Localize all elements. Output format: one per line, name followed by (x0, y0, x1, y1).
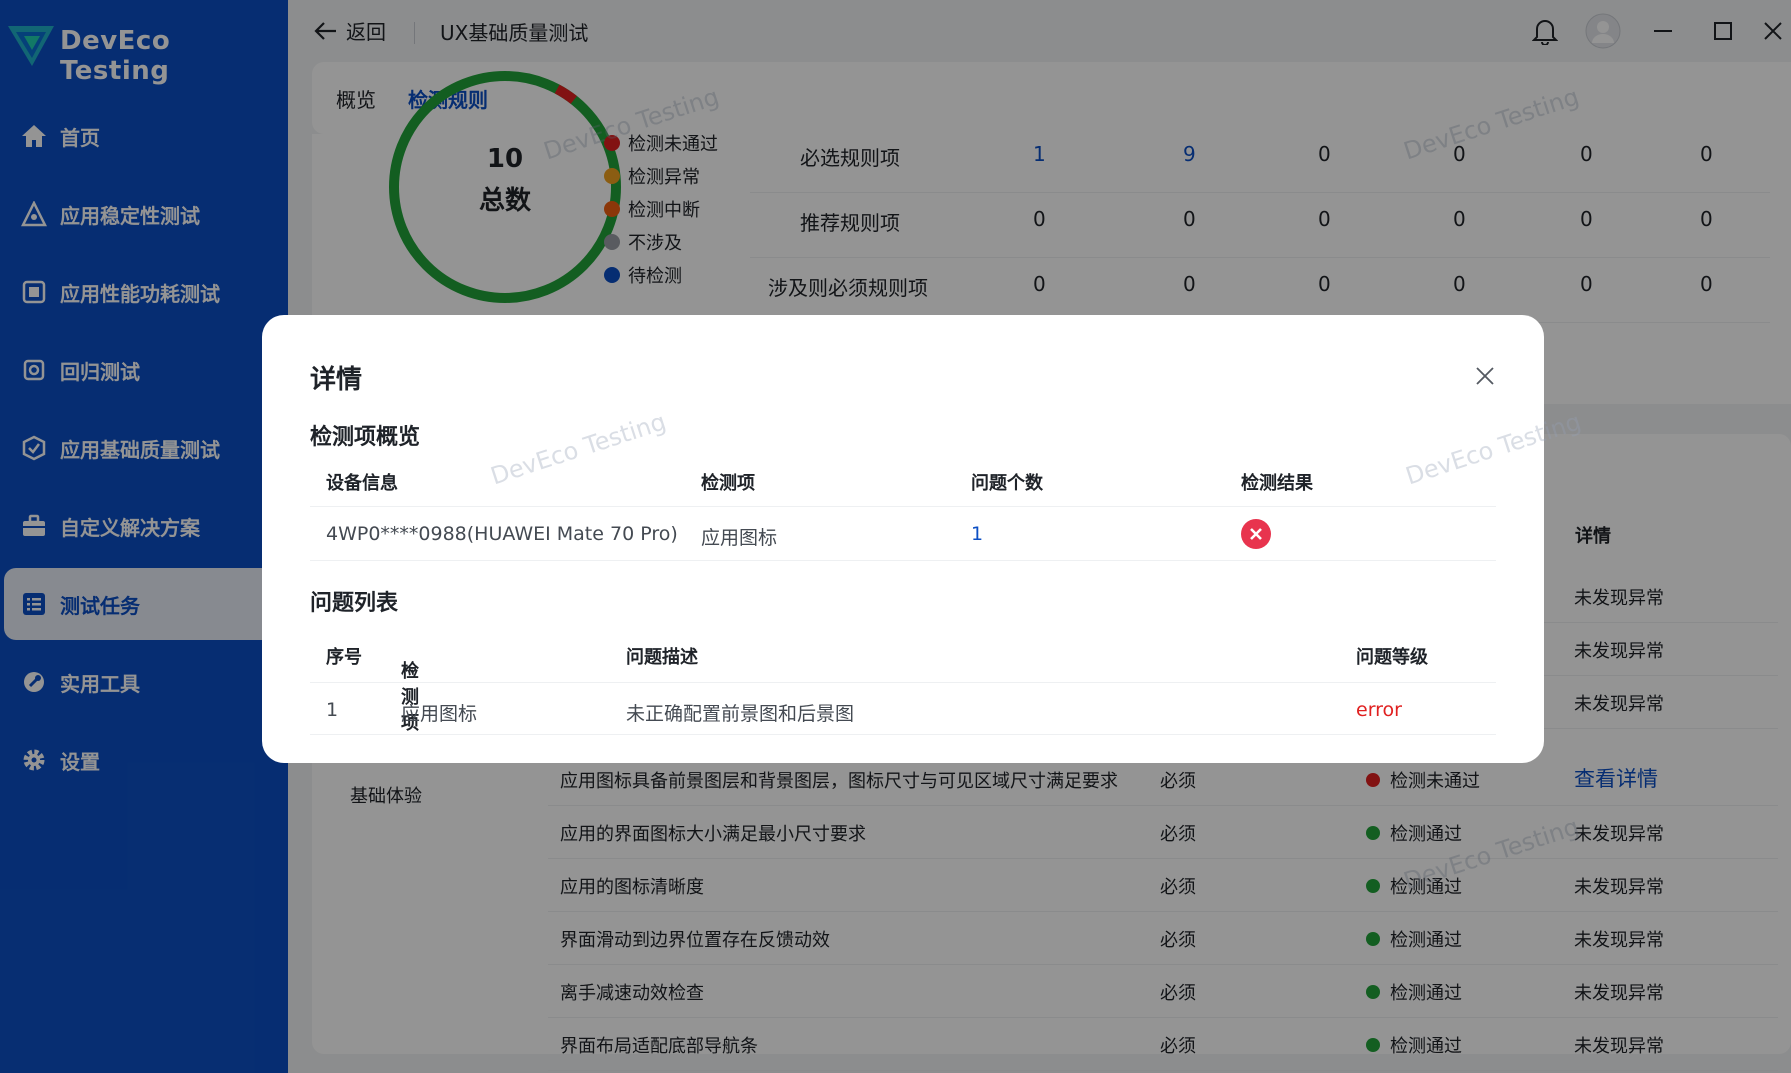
header-index: 序号 (326, 647, 362, 668)
header-device: 设备信息 (326, 473, 398, 494)
dialog-close-button[interactable] (1470, 361, 1500, 391)
header-result: 检测结果 (1241, 473, 1313, 494)
close-icon (1476, 367, 1494, 385)
device-info: 4WP0****0988(HUAWEI Mate 70 Pro) (326, 523, 678, 545)
header-level: 问题等级 (1356, 647, 1428, 668)
issue-item: 应用图标 (401, 703, 478, 725)
issues-section-title: 问题列表 (310, 591, 399, 616)
issue-description: 未正确配置前景图和后景图 (626, 703, 855, 725)
issue-level: error (1356, 699, 1402, 721)
fail-icon (1241, 519, 1271, 549)
table-row: 4WP0****0988(HUAWEI Mate 70 Pro) 应用图标 1 (310, 507, 1496, 561)
header-item: 检测项 (701, 473, 755, 494)
table-header: 设备信息 检测项 问题个数 检测结果 (310, 453, 1496, 507)
header-count: 问题个数 (971, 473, 1043, 494)
header-desc: 问题描述 (626, 647, 698, 668)
detail-dialog: 详情 检测项概览 设备信息 检测项 问题个数 检测结果 4WP0****0988… (262, 315, 1584, 763)
table-row: 1 应用图标 未正确配置前景图和后景图 error (310, 683, 1496, 735)
dialog-title: 详情 (310, 365, 363, 395)
chevron-down-icon: ⌄ (405, 657, 421, 678)
table-header: 序号 检测项 ⌄ 问题描述 问题等级 (310, 623, 1496, 734)
issue-count[interactable]: 1 (971, 523, 983, 545)
issue-index: 1 (326, 699, 339, 721)
overview-section-title: 检测项概览 (310, 425, 421, 450)
check-item: 应用图标 (701, 527, 778, 549)
